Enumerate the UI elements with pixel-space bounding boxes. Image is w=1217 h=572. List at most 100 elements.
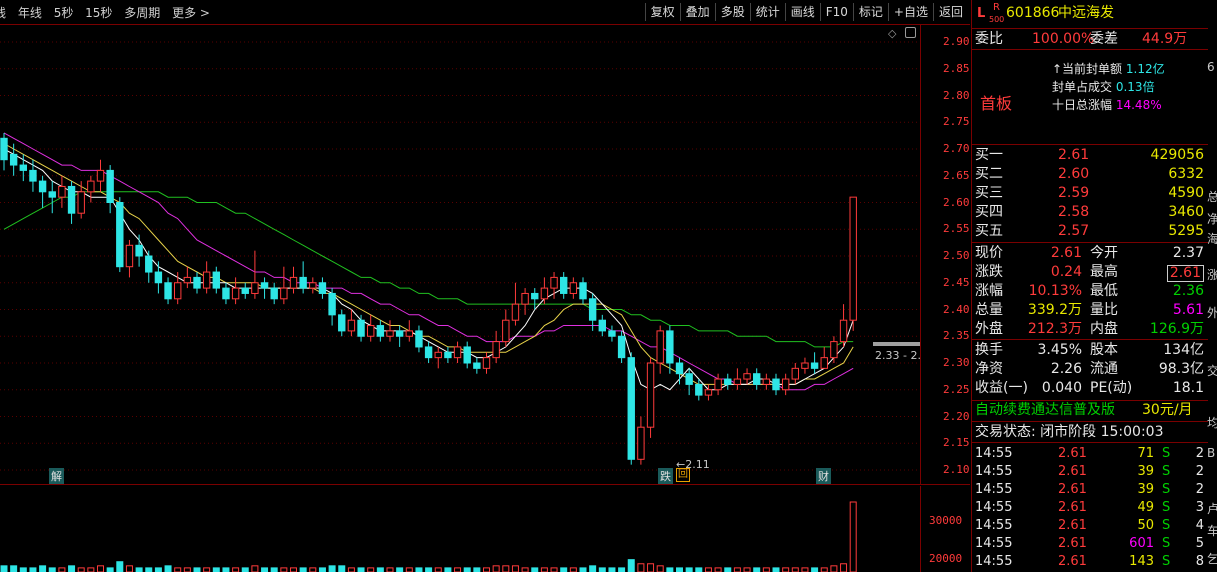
candle-body bbox=[617, 335, 626, 359]
subscription-ad[interactable]: 自动续费通达信普及版 30元/月 bbox=[972, 401, 1208, 420]
volume-bar bbox=[174, 567, 182, 572]
candle-body bbox=[444, 351, 452, 359]
bid-level-row[interactable]: 买四 2.58 3460 bbox=[972, 203, 1208, 222]
volume-bar bbox=[0, 565, 8, 572]
overlay-button[interactable]: 叠加 bbox=[679, 3, 715, 21]
candle bbox=[251, 250, 259, 299]
tick-time: 14:55 bbox=[975, 464, 1013, 479]
volume-bar bbox=[492, 565, 500, 572]
volume-bar bbox=[299, 567, 307, 572]
edge-char: 总 bbox=[1207, 190, 1217, 204]
candle bbox=[791, 363, 799, 385]
candle bbox=[695, 379, 703, 401]
period-tab-year[interactable]: 年线 bbox=[18, 6, 42, 20]
candle-body bbox=[318, 282, 327, 294]
add-favorite-button[interactable]: +自选 bbox=[887, 3, 933, 21]
ad-text[interactable]: 自动续费通达信普及版 bbox=[975, 401, 1115, 420]
multi-stock-button[interactable]: 多股 bbox=[714, 3, 750, 21]
volume-chart[interactable] bbox=[0, 486, 920, 572]
quote-label: 现价 bbox=[975, 245, 1003, 261]
volume-bar bbox=[58, 567, 66, 572]
quote-label: 今开 bbox=[1090, 245, 1118, 261]
price-tick: 2.25 bbox=[943, 382, 970, 396]
weicha-value: 44.9万 bbox=[1142, 31, 1188, 47]
event-marker-drop[interactable]: 跌 bbox=[658, 468, 673, 484]
candle-body bbox=[685, 373, 693, 385]
candle bbox=[801, 357, 809, 374]
volume-bar bbox=[540, 567, 548, 572]
stock-name[interactable]: 中远海发 bbox=[1058, 4, 1114, 23]
bid-level-row[interactable]: 买二 2.60 6332 bbox=[972, 165, 1208, 184]
candle-body bbox=[743, 373, 751, 380]
candle bbox=[309, 277, 317, 294]
candle bbox=[675, 357, 684, 385]
volume-bar bbox=[444, 567, 452, 572]
candle-body bbox=[106, 169, 114, 203]
volume-bar bbox=[598, 567, 606, 572]
seal-row: ↑当前封单额 1.12亿 bbox=[1052, 62, 1165, 76]
statistics-button[interactable]: 统计 bbox=[749, 3, 785, 21]
volume-bar bbox=[753, 567, 761, 572]
candlestick-chart[interactable] bbox=[0, 25, 920, 480]
f10-button[interactable]: F10 bbox=[819, 3, 853, 21]
quote-label: 总量 bbox=[975, 302, 1003, 318]
edge-char: B bbox=[1207, 446, 1216, 460]
mark-button[interactable]: 标记 bbox=[852, 3, 888, 21]
candle bbox=[531, 288, 539, 310]
quote-row: 涨幅 10.13% 最低 2.36 bbox=[972, 282, 1208, 301]
candle bbox=[753, 368, 761, 390]
bid-label: 买一 bbox=[975, 147, 1003, 163]
period-tab-5s[interactable]: 5秒 bbox=[54, 6, 74, 20]
tick-time: 14:55 bbox=[975, 446, 1013, 461]
tick-time: 14:55 bbox=[975, 554, 1013, 569]
edge-char: 6 bbox=[1207, 60, 1215, 74]
volume-bar bbox=[762, 567, 770, 572]
candle-body bbox=[453, 346, 462, 359]
volume-bar bbox=[106, 567, 114, 572]
back-button[interactable]: 返回 bbox=[932, 3, 968, 21]
tick-side: S bbox=[1162, 536, 1171, 551]
volume-bar bbox=[840, 563, 848, 572]
ad-price[interactable]: 30元/月 bbox=[1142, 401, 1193, 420]
candle-body bbox=[154, 271, 163, 284]
restore-rights-button[interactable]: 复权 bbox=[644, 3, 680, 21]
period-tab-15s[interactable]: 15秒 bbox=[85, 6, 112, 20]
tick-time: 14:55 bbox=[975, 500, 1013, 515]
draw-line-button[interactable]: 画线 bbox=[784, 3, 820, 21]
tick-price: 2.61 bbox=[1058, 518, 1087, 533]
fund-value: 0.040 bbox=[1041, 380, 1082, 396]
period-tab[interactable]: 线 bbox=[0, 6, 6, 20]
candle-body bbox=[550, 276, 558, 289]
tick-price: 2.61 bbox=[1058, 446, 1087, 461]
edge-char: 车 bbox=[1207, 524, 1217, 538]
volume-bar bbox=[347, 567, 355, 572]
bid-level-row[interactable]: 买五 2.57 5295 bbox=[972, 222, 1208, 241]
bid-price: 2.61 bbox=[1058, 147, 1090, 163]
candle bbox=[299, 261, 307, 294]
candle bbox=[685, 368, 693, 396]
event-marker-unlock[interactable]: 解 bbox=[49, 468, 64, 484]
price-tick: 2.30 bbox=[943, 356, 970, 369]
event-marker-finance[interactable]: 财 bbox=[816, 468, 831, 484]
chart-toolbar: 线 年线 5秒 15秒 多周期 更多 > 复权 叠加 多股 统计 画线 F10 … bbox=[0, 0, 970, 25]
quote-value: 2.37 bbox=[1172, 245, 1204, 261]
candle-body bbox=[48, 191, 56, 198]
volume-bar bbox=[328, 565, 336, 572]
period-tab-more[interactable]: 更多 > bbox=[172, 6, 210, 20]
candle-body bbox=[338, 314, 346, 332]
volume-bar bbox=[820, 567, 828, 572]
volume-bar bbox=[579, 567, 587, 572]
bid-level-row[interactable]: 买三 2.59 4590 bbox=[972, 184, 1208, 203]
volume-bar bbox=[569, 567, 577, 572]
period-tab-multi[interactable]: 多周期 bbox=[124, 6, 160, 20]
candle bbox=[338, 309, 346, 337]
tick-side: S bbox=[1162, 482, 1171, 497]
candle bbox=[743, 368, 751, 385]
bid-volume: 4590 bbox=[1168, 185, 1204, 201]
candle bbox=[714, 373, 722, 396]
volume-bar bbox=[521, 567, 529, 572]
bid-level-row[interactable]: 买一 2.61 429056 bbox=[972, 146, 1208, 165]
volume-bar bbox=[164, 565, 172, 572]
price-tick: 2.10 bbox=[943, 463, 970, 476]
volume-bar bbox=[782, 567, 790, 572]
